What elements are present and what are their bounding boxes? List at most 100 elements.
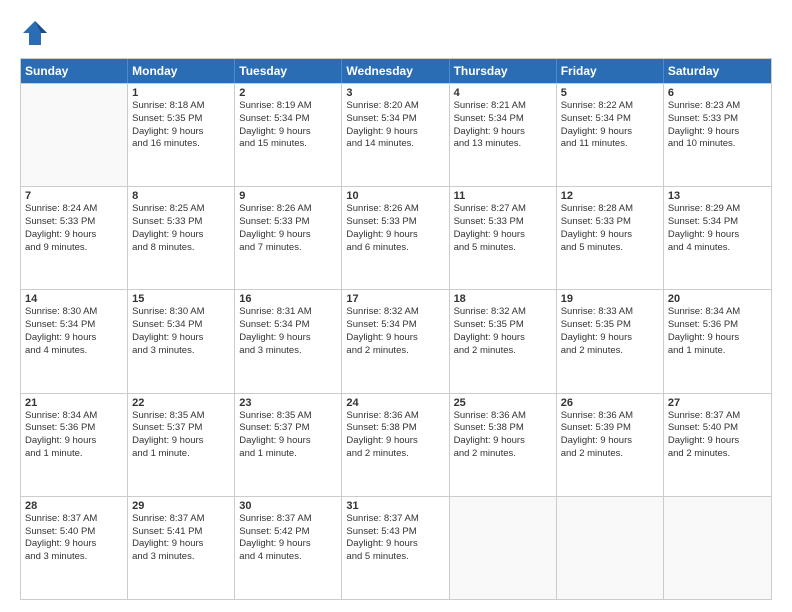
day-number: 28 [25, 500, 123, 512]
day-cell-5: 5Sunrise: 8:22 AM Sunset: 5:34 PM Daylig… [557, 84, 664, 186]
day-info: Sunrise: 8:32 AM Sunset: 5:34 PM Dayligh… [346, 306, 444, 357]
day-cell-11: 11Sunrise: 8:27 AM Sunset: 5:33 PM Dayli… [450, 187, 557, 289]
day-number: 30 [239, 500, 337, 512]
day-cell-12: 12Sunrise: 8:28 AM Sunset: 5:33 PM Dayli… [557, 187, 664, 289]
day-cell-30: 30Sunrise: 8:37 AM Sunset: 5:42 PM Dayli… [235, 497, 342, 599]
day-cell-4: 4Sunrise: 8:21 AM Sunset: 5:34 PM Daylig… [450, 84, 557, 186]
weekday-header-sunday: Sunday [21, 59, 128, 83]
day-number: 3 [346, 87, 444, 99]
day-number: 19 [561, 293, 659, 305]
weekday-header-friday: Friday [557, 59, 664, 83]
day-cell-26: 26Sunrise: 8:36 AM Sunset: 5:39 PM Dayli… [557, 394, 664, 496]
day-info: Sunrise: 8:29 AM Sunset: 5:34 PM Dayligh… [668, 203, 767, 254]
logo-icon [20, 18, 50, 48]
day-cell-17: 17Sunrise: 8:32 AM Sunset: 5:34 PM Dayli… [342, 290, 449, 392]
day-cell-13: 13Sunrise: 8:29 AM Sunset: 5:34 PM Dayli… [664, 187, 771, 289]
day-info: Sunrise: 8:37 AM Sunset: 5:40 PM Dayligh… [25, 513, 123, 564]
calendar: SundayMondayTuesdayWednesdayThursdayFrid… [20, 58, 772, 600]
weekday-header-monday: Monday [128, 59, 235, 83]
day-number: 20 [668, 293, 767, 305]
calendar-row-2: 14 Sunrise: 8:30 AM Sunset: 5:34 PM Dayli… [21, 289, 771, 392]
day-cell-21: 21Sunrise: 8:34 AM Sunset: 5:36 PM Dayli… [21, 394, 128, 496]
day-cell-6: 6Sunrise: 8:23 AM Sunset: 5:33 PM Daylig… [664, 84, 771, 186]
day-info: Sunrise: 8:22 AM Sunset: 5:34 PM Dayligh… [561, 100, 659, 151]
day-number: 27 [668, 397, 767, 409]
day-info: Sunrise: 8:30 AM Sunset: 5:34 PM Dayligh… [132, 306, 230, 357]
page: SundayMondayTuesdayWednesdayThursdayFrid… [0, 0, 792, 612]
day-info: Sunrise: 8:27 AM Sunset: 5:33 PM Dayligh… [454, 203, 552, 254]
empty-cell-4-6 [664, 497, 771, 599]
day-number: 26 [561, 397, 659, 409]
day-cell-2: 2Sunrise: 8:19 AM Sunset: 5:34 PM Daylig… [235, 84, 342, 186]
day-info: Sunrise: 8:31 AM Sunset: 5:34 PM Dayligh… [239, 306, 337, 357]
day-info: Sunrise: 8:36 AM Sunset: 5:38 PM Dayligh… [454, 410, 552, 461]
calendar-body: 1Sunrise: 8:18 AM Sunset: 5:35 PM Daylig… [21, 83, 771, 599]
day-number: 18 [454, 293, 552, 305]
day-number: 16 [239, 293, 337, 305]
day-info: Sunrise: 8:20 AM Sunset: 5:34 PM Dayligh… [346, 100, 444, 151]
day-info: Sunrise: 8:37 AM Sunset: 5:42 PM Dayligh… [239, 513, 337, 564]
day-number: 5 [561, 87, 659, 99]
day-number: 17 [346, 293, 444, 305]
day-info: Sunrise: 8:37 AM Sunset: 5:43 PM Dayligh… [346, 513, 444, 564]
day-number: 7 [25, 190, 123, 202]
calendar-row-1: 7Sunrise: 8:24 AM Sunset: 5:33 PM Daylig… [21, 186, 771, 289]
day-number: 25 [454, 397, 552, 409]
day-cell-14: 14Sunrise: 8:30 AM Sunset: 5:34 PM Dayli… [21, 290, 128, 392]
empty-cell-4-5 [557, 497, 664, 599]
day-cell-10: 10Sunrise: 8:26 AM Sunset: 5:33 PM Dayli… [342, 187, 449, 289]
day-info: Sunrise: 8:26 AM Sunset: 5:33 PM Dayligh… [346, 203, 444, 254]
day-info: Sunrise: 8:34 AM Sunset: 5:36 PM Dayligh… [668, 306, 767, 357]
day-info: Sunrise: 8:35 AM Sunset: 5:37 PM Dayligh… [239, 410, 337, 461]
day-cell-31: 31Sunrise: 8:37 AM Sunset: 5:43 PM Dayli… [342, 497, 449, 599]
header [20, 18, 772, 48]
day-cell-23: 23Sunrise: 8:35 AM Sunset: 5:37 PM Dayli… [235, 394, 342, 496]
day-info: Sunrise: 8:28 AM Sunset: 5:33 PM Dayligh… [561, 203, 659, 254]
day-cell-19: 19Sunrise: 8:33 AM Sunset: 5:35 PM Dayli… [557, 290, 664, 392]
day-info: Sunrise: 8:36 AM Sunset: 5:39 PM Dayligh… [561, 410, 659, 461]
weekday-header-thursday: Thursday [450, 59, 557, 83]
day-cell-27: 27Sunrise: 8:37 AM Sunset: 5:40 PM Dayli… [664, 394, 771, 496]
day-number: 22 [132, 397, 230, 409]
day-cell-18: 18Sunrise: 8:32 AM Sunset: 5:35 PM Dayli… [450, 290, 557, 392]
day-number: 31 [346, 500, 444, 512]
day-cell-7: 7Sunrise: 8:24 AM Sunset: 5:33 PM Daylig… [21, 187, 128, 289]
day-info: Sunrise: 8:33 AM Sunset: 5:35 PM Dayligh… [561, 306, 659, 357]
day-cell-29: 29Sunrise: 8:37 AM Sunset: 5:41 PM Dayli… [128, 497, 235, 599]
day-number: 24 [346, 397, 444, 409]
day-cell-20: 20Sunrise: 8:34 AM Sunset: 5:36 PM Dayli… [664, 290, 771, 392]
day-number: 2 [239, 87, 337, 99]
day-info: Sunrise: 8:37 AM Sunset: 5:40 PM Dayligh… [668, 410, 767, 461]
day-number: 14 [25, 293, 123, 305]
logo [20, 18, 54, 48]
day-cell-3: 3Sunrise: 8:20 AM Sunset: 5:34 PM Daylig… [342, 84, 449, 186]
day-number: 6 [668, 87, 767, 99]
day-info: Sunrise: 8:25 AM Sunset: 5:33 PM Dayligh… [132, 203, 230, 254]
calendar-header: SundayMondayTuesdayWednesdayThursdayFrid… [21, 59, 771, 83]
calendar-row-3: 21Sunrise: 8:34 AM Sunset: 5:36 PM Dayli… [21, 393, 771, 496]
day-number: 1 [132, 87, 230, 99]
day-number: 9 [239, 190, 337, 202]
day-info: Sunrise: 8:34 AM Sunset: 5:36 PM Dayligh… [25, 410, 123, 461]
day-number: 12 [561, 190, 659, 202]
day-info: Sunrise: 8:18 AM Sunset: 5:35 PM Dayligh… [132, 100, 230, 151]
day-info: Sunrise: 8:37 AM Sunset: 5:41 PM Dayligh… [132, 513, 230, 564]
day-info: Sunrise: 8:36 AM Sunset: 5:38 PM Dayligh… [346, 410, 444, 461]
day-number: 13 [668, 190, 767, 202]
day-cell-16: 16Sunrise: 8:31 AM Sunset: 5:34 PM Dayli… [235, 290, 342, 392]
weekday-header-tuesday: Tuesday [235, 59, 342, 83]
day-cell-9: 9Sunrise: 8:26 AM Sunset: 5:33 PM Daylig… [235, 187, 342, 289]
day-info: Sunrise: 8:35 AM Sunset: 5:37 PM Dayligh… [132, 410, 230, 461]
day-info: Sunrise: 8:19 AM Sunset: 5:34 PM Dayligh… [239, 100, 337, 151]
day-info: Sunrise: 8:21 AM Sunset: 5:34 PM Dayligh… [454, 100, 552, 151]
day-info: Sunrise: 8:32 AM Sunset: 5:35 PM Dayligh… [454, 306, 552, 357]
day-info: Sunrise: 8:23 AM Sunset: 5:33 PM Dayligh… [668, 100, 767, 151]
day-number: 21 [25, 397, 123, 409]
calendar-row-4: 28Sunrise: 8:37 AM Sunset: 5:40 PM Dayli… [21, 496, 771, 599]
calendar-row-0: 1Sunrise: 8:18 AM Sunset: 5:35 PM Daylig… [21, 83, 771, 186]
day-cell-15: 15Sunrise: 8:30 AM Sunset: 5:34 PM Dayli… [128, 290, 235, 392]
day-number: 23 [239, 397, 337, 409]
weekday-header-wednesday: Wednesday [342, 59, 449, 83]
empty-cell-4-4 [450, 497, 557, 599]
day-number: 11 [454, 190, 552, 202]
